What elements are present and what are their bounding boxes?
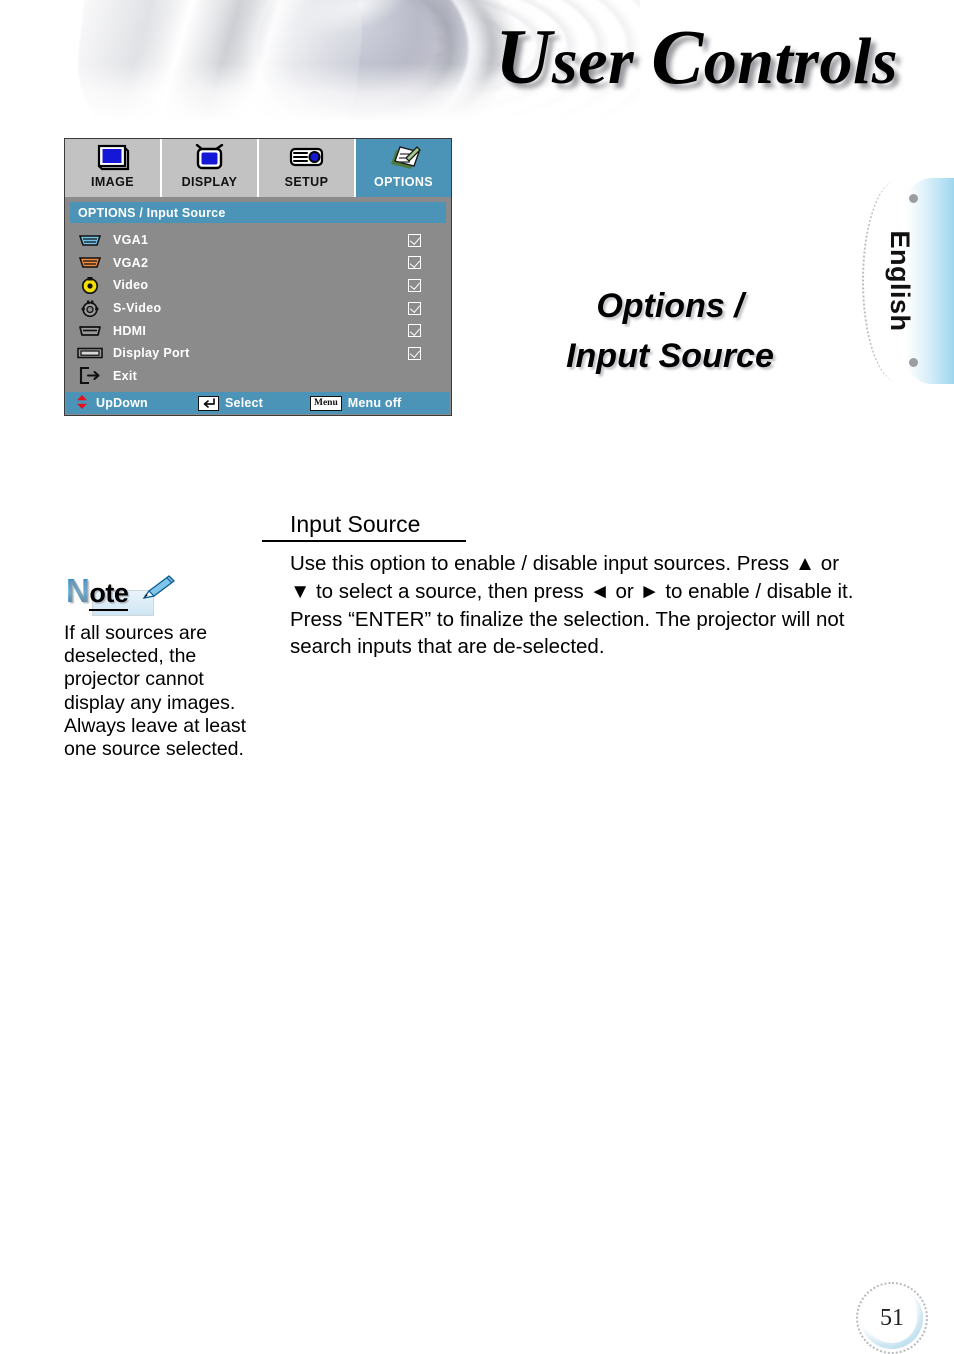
osd-row-exit-label: Exit [113,368,138,383]
content-column: Input Source Use this option to enable /… [262,510,862,661]
osd-checkbox-video[interactable] [408,278,421,292]
osd-row-hdmi-label: HDMI [113,323,147,338]
note-label-n: N [66,572,90,609]
osd-tab-options[interactable]: OPTIONS [356,139,451,197]
osd-footer-select: Select [198,395,310,411]
monitor-icon [96,143,130,173]
menu-key-icon: Menu [310,395,342,411]
osd-footer-select-label: Select [225,396,264,411]
dot-decoration-top [909,194,918,203]
osd-row-vga2[interactable]: VGA2 [65,252,451,275]
osd-checkbox-vga1[interactable] [408,233,421,247]
updown-arrow-icon [74,394,90,413]
osd-footer-menuoff: Menu Menu off [310,395,450,411]
hdmi-icon [77,322,103,339]
page-number-value: 51 [867,1293,917,1343]
osd-tab-setup[interactable]: SETUP [259,139,356,197]
osd-tab-image[interactable]: IMAGE [65,139,162,197]
osd-row-displayport-label: Display Port [113,346,190,361]
osd-footer-updown: UpDown [66,394,198,413]
osd-footer-bar: UpDown Select Menu Menu off [66,392,450,415]
osd-footer-updown-label: UpDown [96,396,148,411]
osd-tab-display[interactable]: DISPLAY [162,139,259,197]
section-heading-line2: Input Source [566,336,774,375]
section-heading: Options / Input Source [470,282,870,382]
note-label-ote: ote [89,578,129,611]
osd-checkbox-vga2[interactable] [408,256,421,270]
note-text: If all sources are deselected, the proje… [64,622,247,761]
osd-row-svideo-label: S-Video [113,301,162,316]
pencil-icon [140,574,176,607]
osd-checkbox-displayport[interactable] [408,346,421,360]
page-number-badge: 51 [856,1282,928,1354]
page-header-banner: User Controls [0,0,954,122]
vga-orange-icon [77,254,103,271]
note-box: Note If all sources are deselected, the … [64,572,264,761]
osd-row-vga2-label: VGA2 [113,255,149,270]
enter-key-icon [198,395,219,411]
document-pencil-icon [386,143,422,173]
osd-item-list: VGA1 VGA2 Video S-Video HDMI Display Por… [65,227,451,391]
osd-tab-setup-label: SETUP [284,175,329,189]
osd-row-hdmi[interactable]: HDMI [65,319,451,342]
osd-footer-menuoff-label: Menu off [347,396,402,411]
note-label: Note [66,572,129,611]
note-icon: Note [64,572,176,616]
language-tab-label: English [884,230,915,332]
osd-tab-image-label: IMAGE [91,175,134,189]
dot-decoration-bottom [909,358,918,367]
page-title-cap-c: C [651,13,704,100]
osd-tab-display-label: DISPLAY [181,175,238,189]
tv-icon [193,143,227,173]
page-title-cap-u: U [495,13,553,100]
language-tab: English [862,178,954,384]
osd-title-bar: OPTIONS / Input Source [70,202,446,223]
page-root: User Controls English IMAGE DISPLAY SETU… [0,0,954,1354]
osd-row-displayport[interactable]: Display Port [65,342,451,365]
osd-row-vga1[interactable]: VGA1 [65,229,451,252]
osd-row-svideo[interactable]: S-Video [65,297,451,320]
section-heading-line1: Options / [596,287,744,325]
osd-row-video-label: Video [113,278,149,293]
osd-tab-options-label: OPTIONS [373,175,434,189]
osd-row-exit[interactable]: Exit [65,365,451,388]
osd-checkbox-hdmi[interactable] [408,324,421,338]
osd-menu: IMAGE DISPLAY SETUP OPTIONS OPTIONS / In… [64,138,452,417]
osd-tab-bar: IMAGE DISPLAY SETUP OPTIONS [65,139,451,197]
osd-row-video[interactable]: Video [65,274,451,297]
exit-door-icon [77,367,103,385]
osd-checkbox-svideo[interactable] [408,301,421,315]
vga-blue-icon [77,232,103,249]
osd-row-vga1-label: VGA1 [113,233,149,248]
page-title: User Controls [495,12,898,102]
page-title-user: ser [552,25,652,98]
page-title-controls: ontrols [703,25,898,98]
content-sub-heading: Input Source [262,510,466,542]
projector-icon [288,143,326,173]
rca-yellow-icon [77,276,103,294]
content-paragraph: Use this option to enable / disable inpu… [290,551,854,659]
s-video-icon [77,300,103,317]
display-port-icon [77,345,103,362]
